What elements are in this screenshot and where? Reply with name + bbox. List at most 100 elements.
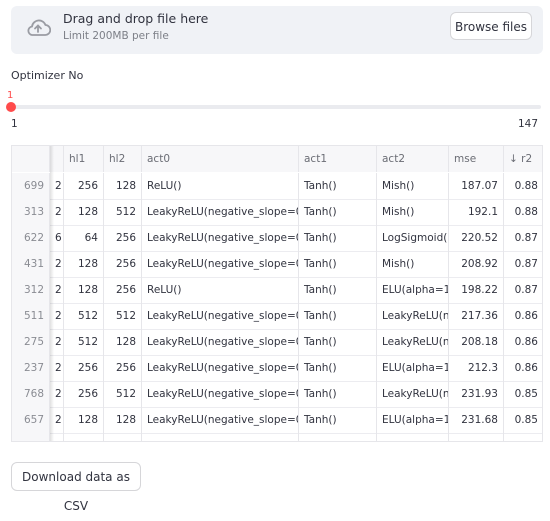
frozen-column-shadow: [50, 146, 54, 441]
table-cell: ELU(alpha=1.0): [377, 355, 449, 381]
column-header[interactable]: hl2: [104, 146, 142, 172]
column-header[interactable]: act1: [299, 146, 377, 172]
slider-max-label: 147: [518, 118, 539, 130]
slider-value: 1: [7, 90, 14, 101]
row-index: [12, 433, 50, 441]
table-row: [12, 433, 542, 441]
row-index: 768: [12, 381, 50, 407]
table-cell: LeakyReLU(negative_slope=0.01): [377, 329, 449, 355]
browse-files-button[interactable]: Browse files: [450, 12, 532, 40]
table-cell: 0.87: [504, 277, 542, 303]
table-cell: 128: [64, 407, 104, 433]
table-cell: 212.3: [449, 355, 504, 381]
table-cell: Mish(): [377, 251, 449, 277]
table-cell: 256: [64, 173, 104, 199]
table-cell: LeakyReLU(negative_slope=0.01): [142, 225, 299, 251]
row-index: 657: [12, 407, 50, 433]
row-index: 237: [12, 355, 50, 381]
table-cell: 64: [64, 225, 104, 251]
cloud-upload-icon: [27, 19, 51, 36]
slider-thumb[interactable]: [6, 102, 16, 112]
column-header[interactable]: hl1: [64, 146, 104, 172]
table-cell: 256: [104, 225, 142, 251]
table-cell: 217.36: [449, 303, 504, 329]
table-cell: [299, 433, 377, 441]
column-header[interactable]: act0: [142, 146, 299, 172]
table-cell: Mish(): [377, 199, 449, 225]
table-cell: LeakyReLU(negative_slope=0.01): [142, 407, 299, 433]
table-row: 4312128256LeakyReLU(negative_slope=0.01)…: [12, 251, 542, 278]
row-index: 312: [12, 277, 50, 303]
table-cell: 0.88: [504, 199, 542, 225]
table-cell: 128: [104, 173, 142, 199]
table-cell: [377, 433, 449, 441]
column-header[interactable]: [12, 146, 50, 172]
table-cell: 0.86: [504, 329, 542, 355]
table-cell: 231.68: [449, 407, 504, 433]
table-row: 3122128256ReLU()Tanh()ELU(alpha=1.0)198.…: [12, 277, 542, 304]
table-cell: 0.88: [504, 173, 542, 199]
row-index: 431: [12, 251, 50, 277]
table-header-row: hl1 hl2 act0 act1 act2 mse ↓ r2: [12, 146, 542, 172]
table-cell: [504, 433, 542, 441]
table-cell: LeakyReLU(negative_slope=0.01): [142, 381, 299, 407]
table-cell: 0.86: [504, 355, 542, 381]
row-index: 275: [12, 329, 50, 355]
table-cell: Tanh(): [299, 277, 377, 303]
slider-track[interactable]: [11, 105, 541, 109]
data-table[interactable]: hl1 hl2 act0 act1 act2 mse ↓ r2 699 2 256 128 ReLU(…: [11, 145, 543, 442]
table-cell: LeakyReLU(negative_slope=0.01): [142, 251, 299, 277]
table-cell: 0.85: [504, 381, 542, 407]
column-header[interactable]: act2: [377, 146, 449, 172]
table-cell: LeakyReLU(negative_slope=0.01): [377, 303, 449, 329]
table-cell: Tanh(): [299, 303, 377, 329]
table-cell: LeakyReLU(negative_slope=0.01): [142, 355, 299, 381]
slider-min-label: 1: [11, 118, 18, 130]
table-row: 6572128128LeakyReLU(negative_slope=0.01)…: [12, 407, 542, 434]
column-header[interactable]: ↓ r2: [504, 146, 542, 172]
table-cell: 512: [104, 303, 142, 329]
table-cell: 128: [64, 277, 104, 303]
table-cell: 231.93: [449, 381, 504, 407]
table-row: 622664256LeakyReLU(negative_slope=0.01)T…: [12, 225, 542, 252]
table-row: 3132128512LeakyReLU(negative_slope=0.01)…: [12, 199, 542, 226]
table-cell: 128: [64, 251, 104, 277]
table-cell: 220.52: [449, 225, 504, 251]
table-cell: LeakyReLU(negative_slope=0.01): [142, 303, 299, 329]
table-cell: 256: [104, 355, 142, 381]
table-cell: 0.85: [504, 407, 542, 433]
download-csv-button[interactable]: Download data as CSV: [11, 462, 141, 513]
table-cell: 0.87: [504, 251, 542, 277]
table-row: 2372256256LeakyReLU(negative_slope=0.01)…: [12, 355, 542, 382]
table-cell: [449, 433, 504, 441]
file-uploader[interactable]: Drag and drop file here Limit 200MB per …: [11, 6, 543, 54]
table-cell: 128: [64, 199, 104, 225]
table-row: 7682256512LeakyReLU(negative_slope=0.01)…: [12, 381, 542, 408]
table-cell: LogSigmoid(): [377, 225, 449, 251]
table-cell: 256: [104, 251, 142, 277]
table-cell: [64, 433, 104, 441]
table-cell: Tanh(): [299, 381, 377, 407]
table-cell: Tanh(): [299, 329, 377, 355]
table-cell: 512: [104, 381, 142, 407]
row-index: 699: [12, 173, 50, 199]
table-cell: [142, 433, 299, 441]
table-cell: Tanh(): [299, 199, 377, 225]
row-index: 511: [12, 303, 50, 329]
table-cell: 512: [64, 303, 104, 329]
table-cell: 256: [64, 355, 104, 381]
column-header[interactable]: mse: [449, 146, 504, 172]
table-cell: Tanh(): [299, 173, 377, 199]
table-cell: 192.1: [449, 199, 504, 225]
table-cell: Tanh(): [299, 355, 377, 381]
table-cell: LeakyReLU(negative_slope=0.01): [377, 381, 449, 407]
table-cell: ELU(alpha=1.0): [377, 407, 449, 433]
table-row: 2752512128LeakyReLU(negative_slope=0.01)…: [12, 329, 542, 356]
table-row: 699 2 256 128 ReLU() Tanh() Mish() 187.07 0.88: [12, 173, 542, 200]
table-cell: LeakyReLU(negative_slope=0.01): [142, 199, 299, 225]
table-cell: [104, 433, 142, 441]
table-cell: 0.86: [504, 303, 542, 329]
table-cell: 208.92: [449, 251, 504, 277]
table-cell: Tanh(): [299, 407, 377, 433]
table-cell: Mish(): [377, 173, 449, 199]
